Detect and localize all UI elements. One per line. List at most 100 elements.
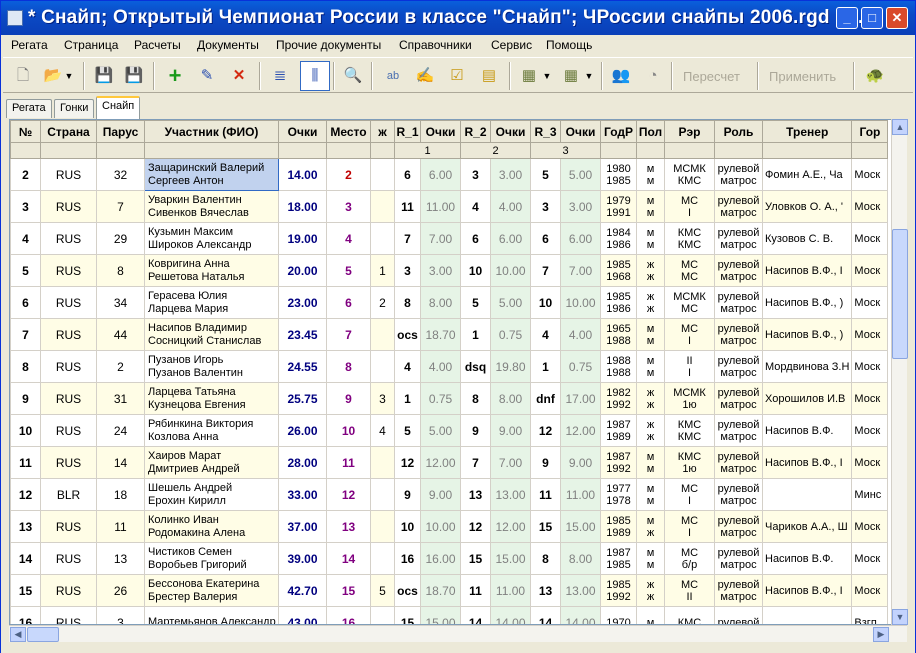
participant-cell[interactable]: Чистиков Семен Воробьев Григорий	[144, 542, 279, 575]
race2-place-cell[interactable]: 3	[460, 158, 491, 191]
rank-cell[interactable]: МС I	[664, 190, 715, 223]
sail-cell[interactable]: 7	[96, 190, 145, 223]
role-cell[interactable]: рулевой матрос	[714, 190, 763, 223]
race1-place-cell[interactable]: 15	[394, 606, 421, 624]
race3-place-cell[interactable]: 7	[530, 254, 561, 287]
role-cell[interactable]: рулевой матрос	[714, 382, 763, 415]
table-row[interactable]: 5 RUS 8 Ковригина Анна Решетова Наталья 20.0…	[10, 254, 889, 287]
race1-place-cell[interactable]: 3	[394, 254, 421, 287]
race1-place-cell[interactable]: 9	[394, 478, 421, 511]
abc-icon[interactable]: ab	[381, 64, 405, 88]
sail-cell[interactable]: 18	[96, 478, 145, 511]
coach-cell[interactable]	[761, 478, 853, 511]
maximize-button[interactable]: □	[861, 7, 883, 29]
close-button[interactable]: ✕	[886, 7, 908, 29]
participant-cell[interactable]: Защаринский Валерий Сергеев Антон	[144, 158, 279, 191]
minimize-button[interactable]: _	[836, 7, 858, 29]
coach-cell[interactable]: Хорошилов И.В	[761, 382, 853, 415]
race2-place-cell[interactable]: 13	[460, 478, 491, 511]
new-file-icon[interactable]: 🗋	[11, 64, 35, 88]
participant-cell[interactable]: Хаиров Марат Дмитриев Андрей	[144, 446, 279, 479]
participant-cell[interactable]: Мартемьянов Александр	[144, 606, 279, 624]
rank-cell[interactable]: МС II	[664, 574, 715, 607]
country-cell[interactable]: RUS	[40, 190, 97, 223]
country-cell[interactable]: RUS	[40, 318, 97, 351]
save-as-icon[interactable]: 💾	[122, 64, 146, 88]
role-cell[interactable]: рулевой матрос	[714, 478, 763, 511]
col-header-participant[interactable]: Участник (ФИО)	[144, 120, 279, 143]
race1-place-cell[interactable]: 11	[394, 190, 421, 223]
document-icon[interactable]: ▤	[477, 64, 501, 88]
race2-place-cell[interactable]: 7	[460, 446, 491, 479]
role-cell[interactable]: рулевой матрос	[714, 158, 763, 191]
race3-place-cell[interactable]: 12	[530, 414, 561, 447]
sex-cell[interactable]: м ж	[636, 510, 665, 543]
participant-cell[interactable]: Ларцева Татьяна Кузнецова Евгения	[144, 382, 279, 415]
col-header-rank[interactable]: Рэр	[664, 120, 715, 143]
col-header-women[interactable]: ж	[370, 120, 395, 143]
table-row[interactable]: 16 RUS 3 Мартемьянов Александр 43.00 16 15 15.…	[10, 606, 889, 624]
scroll-down-icon[interactable]: ▼	[892, 609, 908, 625]
table-row[interactable]: 15 RUS 26 Бессонова Екатерина Брестер Валер…	[10, 574, 889, 607]
birth-year-cell[interactable]: 1985 1989	[600, 510, 637, 543]
sex-cell[interactable]: ж ж	[636, 254, 665, 287]
participant-cell[interactable]: Герасева Юлия Ларцева Мария	[144, 286, 279, 319]
apply-button[interactable]: Применить	[769, 69, 836, 84]
country-cell[interactable]: RUS	[40, 446, 97, 479]
table-row[interactable]: 7 RUS 44 Насипов Владимир Сосницкий Станисл…	[10, 318, 889, 351]
coach-cell[interactable]: Насипов В.Ф., I	[761, 254, 853, 287]
country-cell[interactable]: RUS	[40, 606, 97, 624]
race1-place-cell[interactable]: ocs	[394, 574, 421, 607]
race3-place-cell[interactable]: 5	[530, 158, 561, 191]
birth-year-cell[interactable]: 1979 1991	[600, 190, 637, 223]
role-cell[interactable]: рулевой матрос	[714, 542, 763, 575]
col-header-num[interactable]: №	[10, 120, 41, 143]
edit-icon[interactable]: ✎	[195, 64, 219, 88]
race1-place-cell[interactable]: 1	[394, 382, 421, 415]
race3-place-cell[interactable]: 10	[530, 286, 561, 319]
col-header-r1[interactable]: R_1	[394, 120, 421, 143]
birth-year-cell[interactable]: 1987 1985	[600, 542, 637, 575]
coach-cell[interactable]: Насипов В.Ф., I	[761, 574, 853, 607]
col-header-sex[interactable]: Пол	[636, 120, 665, 143]
sex-cell[interactable]: ж ж	[636, 286, 665, 319]
participant-cell[interactable]: Колинко Иван Родомакина Алена	[144, 510, 279, 543]
col-header-coach[interactable]: Тренер	[761, 120, 853, 143]
city-cell[interactable]: Взгп	[851, 606, 889, 624]
coach-cell[interactable]: Насипов В.Ф., )	[761, 286, 853, 319]
race1-place-cell[interactable]: 7	[394, 222, 421, 255]
sail-cell[interactable]: 29	[96, 222, 145, 255]
print-dropdown-icon[interactable]: ▼	[583, 64, 595, 88]
save-icon[interactable]: 💾	[92, 64, 116, 88]
sort-icon[interactable]: ≣	[268, 64, 292, 88]
sail-cell[interactable]: 31	[96, 382, 145, 415]
birth-year-cell[interactable]: 1988 1988	[600, 350, 637, 383]
birth-year-cell[interactable]: 1977 1978	[600, 478, 637, 511]
col-header-r1-points[interactable]: Очки	[420, 120, 461, 143]
city-cell[interactable]: Моск	[851, 254, 889, 287]
sail-cell[interactable]: 26	[96, 574, 145, 607]
menu-help[interactable]: Помощь	[546, 38, 592, 52]
participant-cell[interactable]: Бессонова Екатерина Брестер Валерия	[144, 574, 279, 607]
participant-cell[interactable]: Ковригина Анна Решетова Наталья	[144, 254, 279, 287]
coach-cell[interactable]: Насипов В.Ф.	[761, 542, 853, 575]
participant-cell[interactable]: Кузьмин Максим Широков Александр	[144, 222, 279, 255]
rank-cell[interactable]: МС МС	[664, 254, 715, 287]
race3-place-cell[interactable]: 14	[530, 606, 561, 624]
note-edit-icon[interactable]: ✍	[413, 64, 437, 88]
race3-place-cell[interactable]: 11	[530, 478, 561, 511]
vertical-scrollbar[interactable]: ▲ ▼	[891, 119, 908, 625]
ranking-icon[interactable]: ⫼	[300, 61, 330, 91]
sex-cell[interactable]: м м	[636, 158, 665, 191]
city-cell[interactable]: Моск	[851, 318, 889, 351]
birth-year-cell[interactable]: 1980 1985	[600, 158, 637, 191]
col-header-points[interactable]: Очки	[278, 120, 327, 143]
menu-other-docs[interactable]: Прочие документы	[276, 38, 381, 52]
sex-cell[interactable]: м м	[636, 446, 665, 479]
col-header-r2[interactable]: R_2	[460, 120, 491, 143]
race2-place-cell[interactable]: 14	[460, 606, 491, 624]
country-cell[interactable]: RUS	[40, 542, 97, 575]
participant-cell[interactable]: Рябинкина Виктория Козлова Анна	[144, 414, 279, 447]
coach-cell[interactable]: Насипов В.Ф., I	[761, 446, 853, 479]
vertical-scroll-thumb[interactable]	[892, 229, 908, 359]
